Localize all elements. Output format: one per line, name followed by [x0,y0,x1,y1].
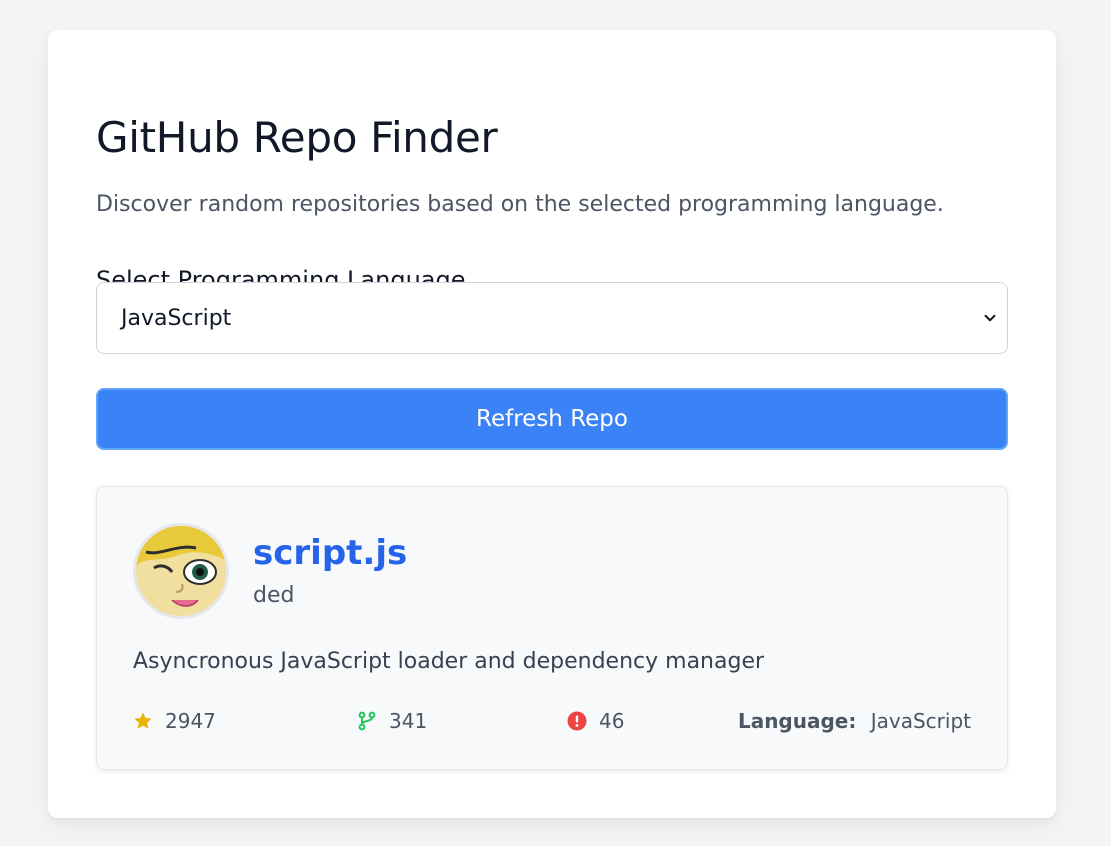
forks-stat: 341 [357,707,427,735]
star-icon [134,712,152,729]
language-select[interactable]: JavaScript [96,282,1008,354]
stars-stat: 2947 [133,707,216,735]
stars-count: 2947 [165,709,216,733]
page-subtitle: Discover random repositories based on th… [96,192,944,217]
issues-count: 46 [599,709,625,733]
repo-owner: ded [253,583,295,608]
language-label: Language: [737,709,857,733]
avatar [133,523,229,619]
issues-stat: 46 [567,707,624,735]
fork-icon [358,711,376,731]
language-value: JavaScript [870,709,971,733]
language-select-value: JavaScript [121,305,232,331]
language-info: Language: JavaScript [738,707,971,735]
refresh-repo-button[interactable]: Refresh Repo [96,388,1008,450]
forks-count: 341 [389,709,428,733]
repo-name-link[interactable]: script.js [253,531,407,575]
chevron-down-icon [984,314,996,322]
main-card: GitHub Repo Finder Discover random repos… [48,30,1056,818]
repo-card: script.js ded Asyncronous JavaScript loa… [96,486,1008,770]
repo-description: Asyncronous JavaScript loader and depend… [133,649,765,674]
page-title: GitHub Repo Finder [96,113,498,162]
issue-icon [567,711,587,731]
